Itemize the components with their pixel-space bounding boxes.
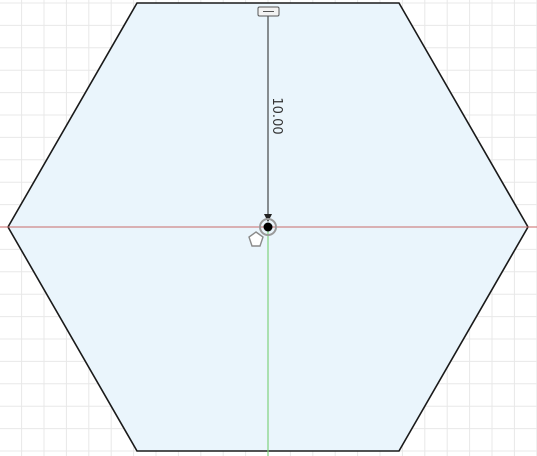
dimension-handle[interactable] [257, 6, 280, 17]
sketch-canvas[interactable]: 10.00 [0, 0, 537, 456]
dimension-value[interactable]: 10.00 [269, 97, 284, 134]
